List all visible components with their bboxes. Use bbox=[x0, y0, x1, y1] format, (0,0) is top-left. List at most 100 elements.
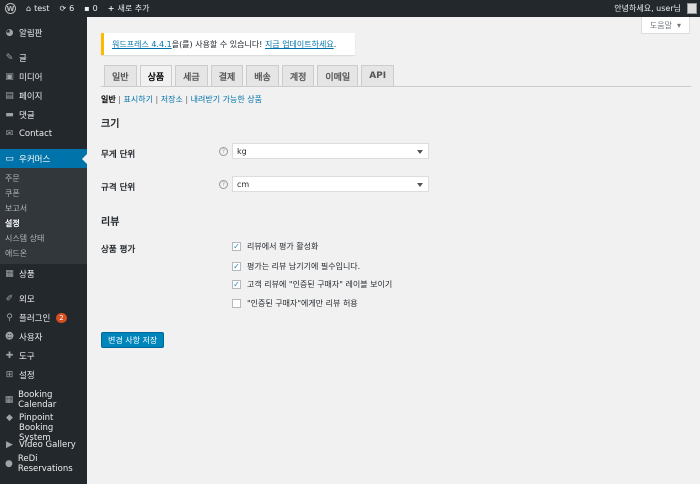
tab-shipping[interactable]: 배송 bbox=[246, 65, 279, 87]
menu-appearance[interactable]: ✐ 외모 bbox=[0, 289, 87, 308]
help-tip-icon[interactable]: ? bbox=[219, 147, 228, 156]
submenu-reports[interactable]: 보고서 bbox=[0, 201, 87, 216]
dimension-unit-select[interactable]: cm bbox=[232, 176, 429, 192]
menu-plugins[interactable]: ⚲ 플러그인 2 bbox=[0, 308, 87, 327]
comments-menu[interactable]: ▪ 0 bbox=[79, 0, 103, 17]
checkbox[interactable]: ✓ bbox=[232, 280, 241, 289]
menu-label: 댓글 bbox=[19, 110, 35, 121]
subnav-downloadable[interactable]: 내려받기 가능한 상품 bbox=[191, 95, 262, 104]
wp-logo-menu[interactable]: W bbox=[0, 0, 21, 17]
updates-menu[interactable]: ⟳ 6 bbox=[54, 0, 79, 17]
menu-woocommerce[interactable]: ▭ 우커머스 bbox=[0, 149, 87, 168]
checkbox[interactable]: ✓ bbox=[232, 242, 241, 251]
tools-icon: ✚ bbox=[5, 350, 14, 361]
appearance-icon: ✐ bbox=[5, 293, 14, 304]
home-icon: ⌂ bbox=[26, 4, 32, 13]
menu-settings[interactable]: ⊞ 설정 bbox=[0, 365, 87, 384]
help-tip-icon[interactable]: ? bbox=[219, 180, 228, 189]
plugins-update-badge: 2 bbox=[56, 312, 67, 323]
menu-users[interactable]: ☻ 사용자 bbox=[0, 327, 87, 346]
menu-booking-calendar[interactable]: ▦ Booking Calendar bbox=[0, 389, 87, 410]
size-section-title: 크기 bbox=[101, 119, 120, 130]
tab-api[interactable]: API bbox=[361, 65, 395, 87]
checkbox-label: "인증된 구매자"에게만 리뷰 허용 bbox=[247, 299, 358, 308]
checkbox[interactable] bbox=[232, 299, 241, 308]
menu-label: 설정 bbox=[19, 370, 35, 381]
help-label: 도움말 bbox=[649, 20, 672, 30]
subnav-general[interactable]: 일반 bbox=[101, 95, 116, 104]
weight-unit-select[interactable]: kg bbox=[232, 143, 429, 159]
section-subnav: 일반 | 표시하기 | 저장소 | 내려받기 가능한 상품 bbox=[101, 95, 262, 104]
tab-general[interactable]: 일반 bbox=[104, 65, 137, 87]
submenu-system-status[interactable]: 시스템 상태 bbox=[0, 231, 87, 246]
reviews-section-title: 리뷰 bbox=[101, 217, 120, 228]
dropdown-arrow-icon bbox=[417, 183, 423, 187]
new-content-menu[interactable]: + 새로 추가 bbox=[103, 0, 155, 17]
chevron-down-icon: ▾ bbox=[676, 20, 681, 30]
products-icon: ▦ bbox=[5, 268, 14, 279]
tab-checkout[interactable]: 결제 bbox=[210, 65, 244, 87]
menu-label: 우커머스 bbox=[19, 154, 51, 165]
menu-comments[interactable]: ▬ 댓글 bbox=[0, 105, 87, 124]
wp-version-link[interactable]: 워드프레스 4.4.1 bbox=[112, 39, 172, 50]
menu-label: 사용자 bbox=[19, 332, 43, 343]
menu-pinpoint-booking[interactable]: ◆ Pinpoint Booking System bbox=[0, 409, 87, 443]
users-icon: ☻ bbox=[4, 331, 15, 342]
save-changes-button[interactable]: 변경 사항 저장 bbox=[101, 332, 165, 348]
menu-dashboard[interactable]: ◕ 알림판 bbox=[0, 23, 87, 42]
update-notice: 워드프레스 4.4.1 을(를) 사용할 수 있습니다! 지금 업데이트하세요 … bbox=[101, 33, 355, 55]
mail-icon: ✉ bbox=[5, 128, 14, 139]
menu-products[interactable]: ▦ 상품 bbox=[0, 264, 87, 283]
menu-label: Contact bbox=[19, 128, 53, 139]
check-verified-label[interactable]: ✓ 고객 리뷰에 "인증된 구매자" 레이블 보이기 bbox=[232, 279, 392, 290]
menu-label: 상품 bbox=[19, 269, 35, 280]
checkbox-label: 평가는 리뷰 남기기에 필수입니다. bbox=[247, 262, 361, 271]
admin-bar: W ⌂ test ⟳ 6 ▪ 0 + 새로 추가 안녕하세요, user님 bbox=[0, 0, 700, 17]
help-button[interactable]: 도움말 ▾ bbox=[640, 17, 690, 34]
checkbox[interactable]: ✓ bbox=[232, 262, 241, 271]
menu-contact[interactable]: ✉ Contact bbox=[0, 124, 87, 143]
check-enable-ratings[interactable]: ✓ 리뷰에서 평가 활성화 bbox=[232, 241, 318, 252]
product-rating-label: 상품 평가 bbox=[101, 245, 136, 255]
menu-media[interactable]: ▣ 미디어 bbox=[0, 67, 87, 86]
settings-icon: ⊞ bbox=[5, 369, 14, 380]
avatar bbox=[687, 3, 697, 14]
plus-icon: + bbox=[107, 4, 115, 13]
submenu-orders[interactable]: 주문 bbox=[0, 171, 87, 186]
tab-tax[interactable]: 세금 bbox=[175, 65, 208, 87]
submenu-settings[interactable]: 설정 bbox=[0, 216, 87, 231]
menu-video-gallery[interactable]: ▶ Video Gallery bbox=[0, 435, 87, 454]
plugins-icon: ⚲ bbox=[6, 312, 13, 323]
menu-redi-reservations[interactable]: ● ReDi Reservations bbox=[0, 453, 87, 474]
menu-label: Booking Calendar bbox=[18, 389, 57, 410]
main-content: 도움말 ▾ 워드프레스 4.4.1 을(를) 사용할 수 있습니다! 지금 업데이… bbox=[87, 17, 700, 484]
video-icon: ▶ bbox=[6, 439, 13, 450]
tab-accounts[interactable]: 계정 bbox=[281, 65, 315, 87]
greeting: 안녕하세요, user님 bbox=[614, 4, 681, 13]
menu-posts[interactable]: ✎ 글 bbox=[0, 48, 87, 67]
tab-products[interactable]: 상품 bbox=[139, 65, 173, 87]
submenu-addons[interactable]: 애드온 bbox=[0, 246, 87, 261]
check-verified-only[interactable]: "인증된 구매자"에게만 리뷰 허용 bbox=[232, 298, 358, 309]
subnav-inventory[interactable]: 저장소 bbox=[161, 95, 183, 104]
menu-label: ReDi Reservations bbox=[17, 453, 73, 474]
check-ratings-required[interactable]: ✓ 평가는 리뷰 남기기에 필수입니다. bbox=[232, 261, 360, 272]
dimension-unit-label: 규격 단위 bbox=[101, 183, 136, 193]
update-now-link[interactable]: 지금 업데이트하세요 bbox=[265, 39, 334, 50]
tab-divider bbox=[101, 86, 691, 87]
menu-pages[interactable]: ▤ 페이지 bbox=[0, 86, 87, 105]
dimension-unit-value: cm bbox=[237, 179, 250, 189]
subnav-display[interactable]: 표시하기 bbox=[124, 95, 153, 104]
submenu-coupons[interactable]: 쿠폰 bbox=[0, 186, 87, 201]
notice-text: 을(를) 사용할 수 있습니다! bbox=[171, 39, 263, 49]
menu-label: 미디어 bbox=[19, 72, 43, 83]
settings-tabs: 일반 상품 세금 결제 배송 계정 이메일 API bbox=[104, 65, 395, 87]
my-account-menu[interactable]: 안녕하세요, user님 bbox=[609, 0, 700, 17]
woocommerce-submenu: 주문 쿠폰 보고서 설정 시스템 상태 애드온 bbox=[0, 168, 87, 264]
redi-icon: ● bbox=[4, 458, 13, 469]
tab-emails[interactable]: 이메일 bbox=[317, 65, 359, 87]
menu-label: 글 bbox=[19, 53, 27, 64]
menu-label: 외모 bbox=[19, 294, 35, 305]
site-name-menu[interactable]: ⌂ test bbox=[21, 0, 54, 17]
menu-tools[interactable]: ✚ 도구 bbox=[0, 346, 87, 365]
